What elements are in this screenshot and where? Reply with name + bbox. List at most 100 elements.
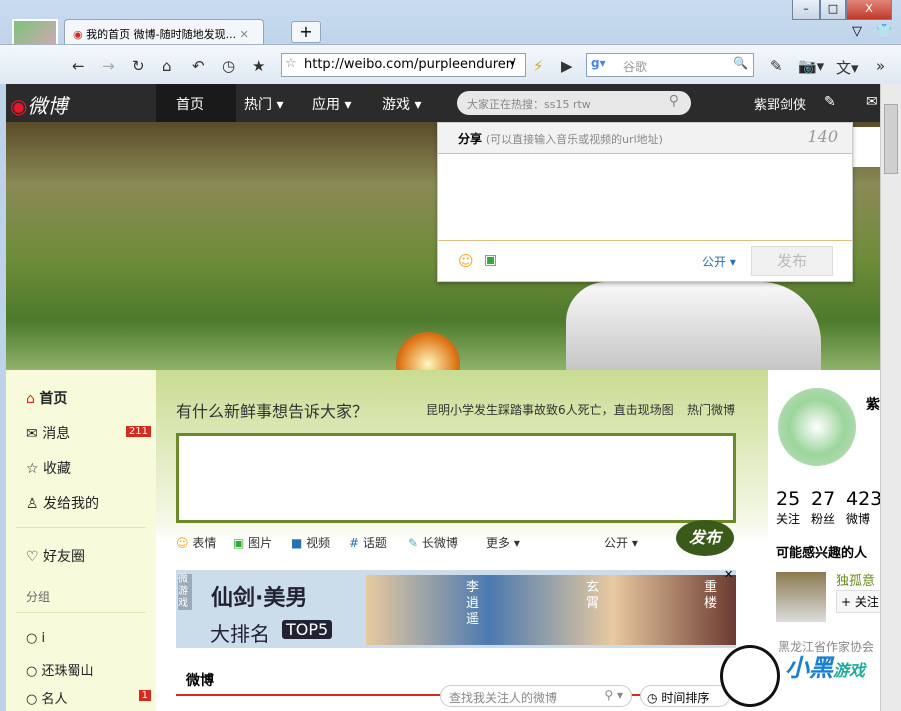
nav-hot[interactable]: 热门 ▾ bbox=[244, 94, 283, 114]
stat-following[interactable]: 25 关注 bbox=[776, 488, 800, 527]
mail-icon[interactable]: ✉ bbox=[866, 94, 878, 110]
sidebar-item-messages[interactable]: ✉ 消息 211 bbox=[26, 423, 151, 443]
translate-icon[interactable]: 文▾ bbox=[836, 57, 859, 78]
label: 还珠蜀山 bbox=[41, 664, 94, 679]
sidebar-item-friends[interactable]: ♡ 好友圈 bbox=[26, 546, 85, 566]
hot-weibo-link[interactable]: 热门微博 bbox=[687, 401, 735, 418]
label: 话题 bbox=[362, 536, 387, 550]
more-button[interactable]: » bbox=[876, 57, 885, 75]
scrollbar[interactable] bbox=[880, 84, 901, 711]
nav-apps[interactable]: 应用 ▾ bbox=[312, 94, 351, 114]
visibility-dropdown[interactable]: 公开 ▾ bbox=[702, 253, 736, 270]
feed-tab[interactable]: 微博 bbox=[186, 670, 214, 690]
stat-fans[interactable]: 27 粉丝 bbox=[811, 488, 835, 527]
new-tab-button[interactable]: + bbox=[291, 21, 321, 43]
tool-emoji[interactable]: ☺ 表情 bbox=[176, 534, 216, 551]
compose-textarea[interactable] bbox=[176, 433, 736, 523]
undo-icon[interactable]: ↶ bbox=[192, 57, 205, 75]
bookmark-star-icon[interactable]: ★ bbox=[252, 57, 265, 75]
label: 消息 bbox=[42, 426, 71, 442]
url-text: http://weibo.com/purpleendurer/ bbox=[304, 57, 516, 72]
ad-close-icon[interactable]: ✕ bbox=[724, 568, 733, 581]
compose-prompt: 有什么新鲜事想告诉大家？ bbox=[176, 402, 369, 421]
menu-icon[interactable]: ▽ bbox=[852, 24, 862, 39]
ad-name: 李逍遥 bbox=[466, 580, 480, 627]
person-icon: ♙ bbox=[26, 496, 39, 512]
group-item[interactable]: ○ 还珠蜀山 bbox=[26, 660, 94, 679]
skin-icon[interactable]: 👕 bbox=[876, 24, 892, 39]
lightning-icon[interactable]: ⚡ bbox=[533, 57, 544, 75]
back-icon[interactable]: ← bbox=[72, 57, 85, 75]
home-icon[interactable]: ⌂ bbox=[162, 57, 172, 75]
hot-search-input[interactable]: 大家正在热搜：ss15 rtw ⚲ bbox=[457, 91, 691, 115]
address-bar[interactable]: ☆ http://weibo.com/purpleendurer/ bbox=[281, 53, 526, 77]
suggest-avatar[interactable] bbox=[776, 572, 826, 622]
tool-more[interactable]: 更多 ▾ bbox=[486, 534, 520, 551]
label: 粉丝 bbox=[811, 512, 836, 526]
label: 收藏 bbox=[43, 461, 72, 477]
feed-search-input[interactable]: 查找我关注人的微博 ⚲ ▾ bbox=[440, 685, 632, 707]
emoji-icon[interactable]: ☺ bbox=[458, 252, 474, 270]
visibility-dropdown[interactable]: 公开 ▾ bbox=[604, 534, 638, 551]
compose-icon[interactable]: ✎ bbox=[824, 94, 836, 110]
history-icon[interactable]: ◷ bbox=[222, 57, 235, 75]
maximize-button[interactable]: □ bbox=[820, 0, 846, 20]
share-popup: 分享 (可以直接输入音乐或视频的url地址) 140 ☺ ▣ 公开 ▾ 发布 bbox=[437, 122, 853, 282]
sidebar-item-favorites[interactable]: ☆ 收藏 bbox=[26, 458, 71, 478]
scroll-thumb[interactable] bbox=[884, 104, 898, 174]
google-icon[interactable]: g▾ bbox=[591, 56, 606, 70]
favorite-star-icon[interactable]: ☆ bbox=[285, 56, 297, 71]
group-item[interactable]: ○ i bbox=[26, 631, 45, 646]
left-sidebar: ⌂ 首页 ✉ 消息 211 ☆ 收藏 ♙ 发给我的 ♡ 好友圈 分组 ○ i ○ … bbox=[6, 370, 156, 711]
minimize-button[interactable]: – bbox=[792, 0, 820, 20]
nav-home[interactable]: 首页 bbox=[176, 94, 204, 114]
suggest-name[interactable]: 独孤意 bbox=[836, 570, 875, 589]
share-textarea[interactable] bbox=[438, 153, 852, 241]
tab-weibo[interactable]: ◉ 我的首页 微博-随时随地发现... ✕ bbox=[64, 19, 264, 45]
user-avatar[interactable] bbox=[778, 388, 856, 466]
tab-close-icon[interactable]: ✕ bbox=[240, 28, 249, 41]
heart-icon: ♡ bbox=[26, 549, 39, 565]
tool-topic[interactable]: # 话题 bbox=[349, 534, 387, 551]
weibo-logo[interactable]: ◉微博 bbox=[10, 90, 67, 119]
search-input[interactable]: 谷歌 bbox=[623, 58, 647, 75]
interest-title: 可能感兴趣的人 bbox=[776, 546, 868, 561]
follow-button[interactable]: + 关注 bbox=[836, 590, 880, 613]
group-item[interactable]: ○ 名人 1 bbox=[26, 688, 151, 707]
image-icon[interactable]: ▣ bbox=[484, 252, 497, 268]
news-link[interactable]: 昆明小学发生踩踏事故致6人死亡，直击现场图 bbox=[426, 401, 674, 418]
emoji-icon: ☺ bbox=[176, 536, 189, 550]
screenshot-icon[interactable]: 📷▾ bbox=[798, 57, 824, 75]
search-box[interactable]: g▾ 谷歌 🔍 bbox=[586, 53, 754, 77]
share-label: 分享 bbox=[458, 132, 483, 146]
home-icon: ⌂ bbox=[26, 391, 35, 407]
divider bbox=[16, 612, 146, 613]
forward-icon[interactable]: → bbox=[102, 57, 115, 75]
stat-posts[interactable]: 423 微博 bbox=[846, 488, 880, 527]
placeholder: 查找我关注人的微博 bbox=[449, 691, 558, 705]
watermark-text: 小黑游戏 bbox=[785, 654, 866, 682]
search-icon[interactable]: ⚲ ▾ bbox=[604, 688, 623, 702]
search-icon[interactable]: ⚲ bbox=[669, 93, 679, 109]
nav-games[interactable]: 游戏 ▾ bbox=[382, 94, 421, 114]
user-name[interactable]: 紫 bbox=[866, 394, 880, 414]
tool-long-weibo[interactable]: ✎ 长微博 bbox=[408, 534, 458, 551]
publish-button[interactable]: 发布 bbox=[676, 520, 734, 556]
topic-icon: # bbox=[349, 536, 360, 550]
go-icon[interactable]: ▶ bbox=[561, 57, 573, 75]
tool-video[interactable]: ■ 视频 bbox=[291, 534, 330, 551]
close-button[interactable]: X bbox=[846, 0, 892, 20]
sidebar-item-home[interactable]: ⌂ 首页 bbox=[26, 388, 67, 408]
ad-subtitle: 大排名 bbox=[210, 622, 270, 646]
share-publish-button[interactable]: 发布 bbox=[751, 246, 833, 276]
note-icon[interactable]: ✎ bbox=[770, 57, 783, 75]
ad-name: 玄霄 bbox=[586, 580, 600, 611]
refresh-icon[interactable]: ↻ bbox=[132, 57, 145, 75]
game-ad-banner[interactable]: 微游戏 仙剑·美男 大排名 TOP5 李逍遥 玄霄 重楼 ✕ bbox=[176, 568, 736, 648]
nav-username[interactable]: 紫郢剑侠 bbox=[754, 94, 806, 113]
tool-image[interactable]: ▣ 图片 bbox=[233, 534, 272, 551]
search-icon[interactable]: 🔍 bbox=[733, 56, 748, 70]
sidebar-item-mentions[interactable]: ♙ 发给我的 bbox=[26, 493, 99, 513]
ad-top: TOP5 bbox=[282, 620, 333, 639]
url-dropdown-icon[interactable]: ▾ bbox=[510, 59, 515, 69]
